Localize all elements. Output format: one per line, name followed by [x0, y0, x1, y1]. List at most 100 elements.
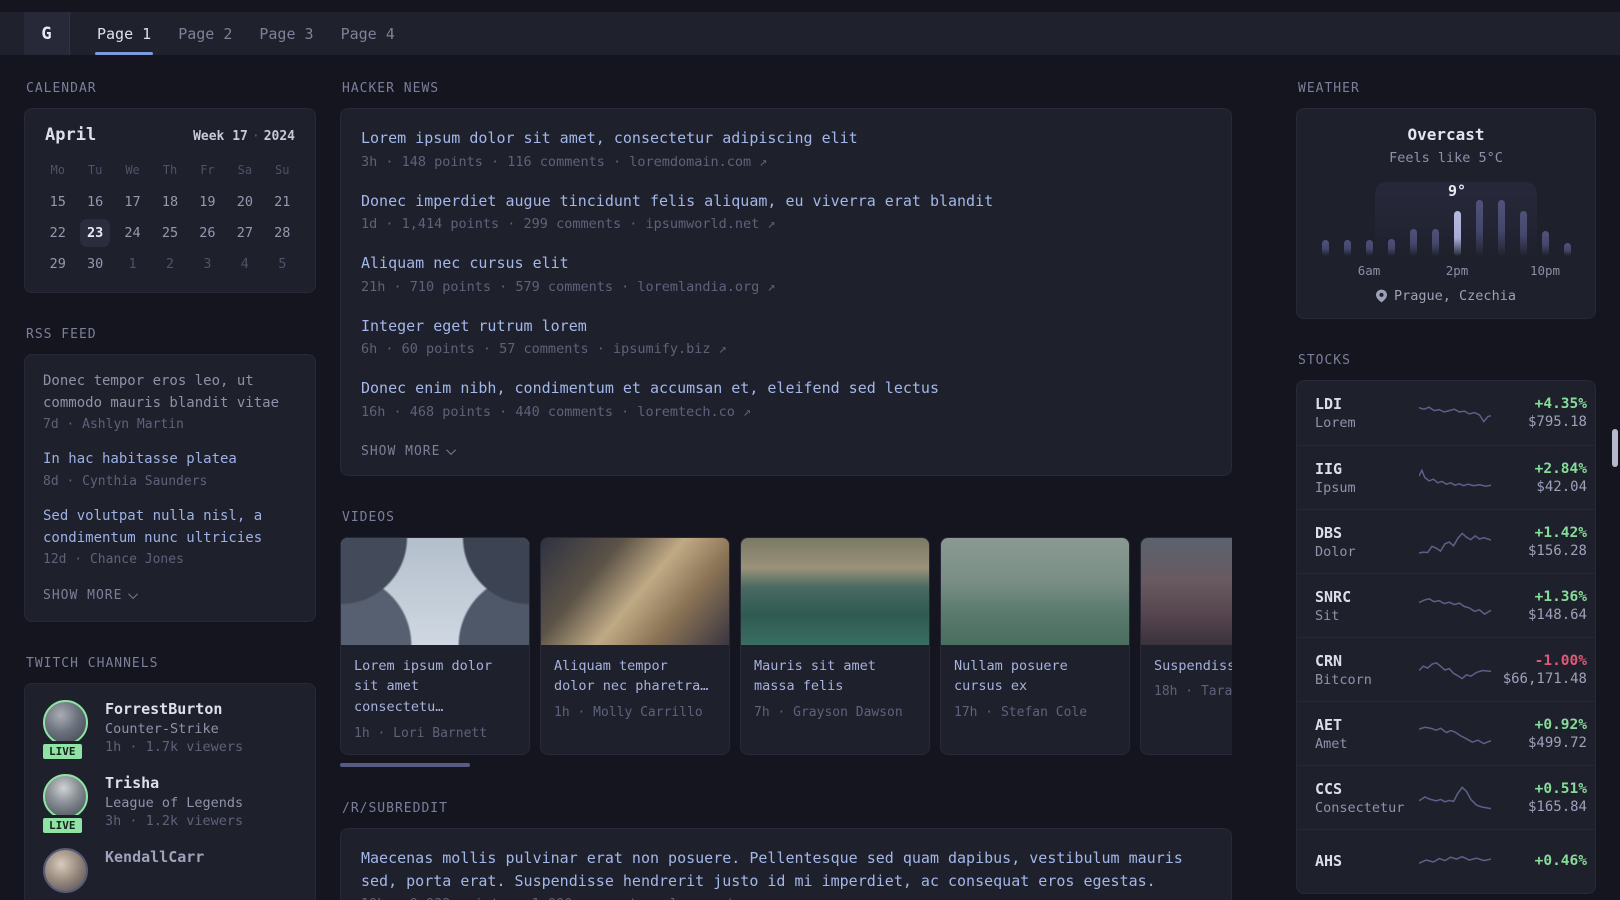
stock-symbol: LDI: [1315, 395, 1343, 413]
rss-item-title[interactable]: In hac habitasse platea: [43, 449, 297, 471]
stock-row[interactable]: CRN Bitcorn -1.00% $66,171.48: [1297, 637, 1595, 701]
weather-location-label: Prague, Czechia: [1394, 288, 1516, 304]
stock-price: $66,171.48: [1502, 670, 1587, 687]
video-meta: 18h · Tara: [1154, 684, 1232, 700]
stock-name: Lorem: [1315, 415, 1356, 431]
weekday-label: Fr: [200, 163, 215, 177]
hn-item-meta: 3h · 148 points · 116 comments · loremdo…: [361, 153, 768, 170]
stock-change: +0.51%: [1534, 780, 1587, 797]
stock-row[interactable]: AET Amet +0.92% $499.72: [1297, 701, 1595, 765]
tab-page-4[interactable]: Page 4: [341, 12, 395, 55]
twitch-channel[interactable]: KendallCarr: [43, 848, 297, 894]
app-logo[interactable]: G: [24, 12, 70, 55]
avatar: LIVE: [40, 774, 90, 837]
stock-symbol: CRN: [1315, 651, 1343, 670]
rss-show-more-button[interactable]: SHOW MORE: [43, 584, 297, 611]
stock-name: Amet: [1315, 735, 1348, 752]
reddit-post-title[interactable]: Maecenas mollis pulvinar erat non posuer…: [361, 847, 1211, 892]
videos-scrollbar-thumb[interactable]: [340, 763, 470, 768]
weather-bar: [1431, 229, 1439, 256]
middle-column: HACKER NEWS Lorem ipsum dolor sit amet, …: [340, 75, 1232, 900]
calendar-day: 25: [161, 225, 179, 241]
stock-change: +4.35%: [1534, 396, 1587, 412]
calendar-day: 29: [49, 256, 66, 272]
video-thumbnail: [741, 537, 929, 645]
hn-item-meta: 16h · 468 points · 440 comments · loremt…: [361, 403, 752, 420]
video-card[interactable]: Mauris sit amet massa felis 7h · Grayson…: [740, 536, 930, 756]
stock-row[interactable]: LDI Lorem +4.35% $795.18: [1297, 381, 1595, 445]
channel-name[interactable]: KendallCarr: [105, 848, 204, 866]
channel-avatar-image: [43, 700, 88, 746]
videos-carousel: Lorem ipsum dolor sit amet consectetu… 1…: [340, 536, 1232, 756]
weekday-label: Th: [162, 163, 178, 177]
subreddit-widget: Maecenas mollis pulvinar erat non posuer…: [340, 828, 1232, 900]
rss-item-title[interactable]: Donec tempor eros leo, ut commodo mauris…: [43, 371, 297, 414]
weather-location: Prague, Czechia: [1313, 288, 1579, 304]
weekday-label: Tu: [87, 163, 103, 177]
stock-row[interactable]: CCS Consectetur +0.51% $165.84: [1297, 765, 1595, 829]
chevron-down-icon: [446, 444, 457, 455]
weather-bar: [1563, 243, 1571, 256]
calendar-day: 22: [49, 225, 66, 241]
video-card[interactable]: Suspendisse diam 18h · Tara: [1140, 536, 1232, 756]
tab-page-1[interactable]: Page 1: [94, 12, 154, 55]
weather-section-header: WEATHER: [1298, 81, 1360, 96]
stock-row[interactable]: AHS +0.46%: [1297, 829, 1595, 893]
weather-bar: [1475, 200, 1483, 256]
tab-page-3[interactable]: Page 3: [259, 12, 313, 55]
hn-item-title[interactable]: Lorem ipsum dolor sit amet, consectetur …: [361, 127, 1211, 150]
hn-item: Lorem ipsum dolor sit amet, consectetur …: [361, 127, 1211, 170]
videos-section-header: VIDEOS: [342, 509, 395, 525]
calendar-day: 21: [274, 194, 291, 210]
stock-price: $795.18: [1527, 414, 1587, 430]
hn-show-more-button[interactable]: SHOW MORE: [361, 440, 1211, 467]
rss-item-title[interactable]: Sed volutpat nulla nisl, a condimentum n…: [43, 506, 297, 549]
channel-game: Counter-Strike: [105, 721, 219, 738]
video-card[interactable]: Lorem ipsum dolor sit amet consectetu… 1…: [340, 536, 530, 756]
hn-item-title[interactable]: Aliquam nec cursus elit: [361, 252, 1211, 275]
weather-bar-current: [1453, 211, 1461, 256]
calendar-month: April: [45, 125, 97, 145]
rss-item-meta: 8d · Cynthia Saunders: [43, 474, 208, 490]
calendar-day-next-month: 3: [203, 256, 212, 272]
video-title: Suspendisse diam: [1154, 657, 1232, 674]
stock-price: $148.64: [1527, 606, 1587, 623]
current-temperature-label: 9°: [1447, 182, 1467, 200]
stock-change: -1.00%: [1534, 652, 1587, 669]
channel-name[interactable]: ForrestBurton: [105, 700, 243, 718]
video-meta: 17h · Stefan Cole: [954, 705, 1088, 721]
hn-item-title[interactable]: Donec imperdiet augue tincidunt felis al…: [361, 190, 1211, 213]
live-badge: LIVE: [40, 815, 85, 837]
calendar-week-label: Week 17: [193, 129, 248, 144]
page-scrollbar-thumb[interactable]: [1612, 429, 1618, 467]
hn-item-title[interactable]: Integer eget rutrum lorem: [361, 315, 1211, 338]
twitch-channel[interactable]: LIVE Trisha League of Legends 3h · 1.2k …: [40, 774, 297, 837]
video-title: Lorem ipsum dolor sit amet consectetu…: [354, 657, 493, 716]
channel-info: Trisha League of Legends 3h · 1.2k viewe…: [105, 774, 243, 829]
video-thumbnail: [941, 537, 1129, 645]
calendar-year: 2024: [263, 129, 295, 144]
rss-item: In hac habitasse platea 8d · Cynthia Sau…: [43, 449, 297, 489]
dashboard-content: CALENDAR April Week 17 · 2024 Mo Tu We Th …: [0, 55, 1620, 900]
video-card[interactable]: Aliquam tempor dolor nec pharetra… 1h · …: [540, 536, 730, 756]
tab-page-2[interactable]: Page 2: [178, 12, 232, 55]
channel-meta: 1h · 1.7k viewers: [105, 739, 244, 756]
twitch-section-header: TWITCH CHANNELS: [26, 656, 159, 672]
hn-item: Aliquam nec cursus elit 21h · 710 points…: [361, 252, 1211, 295]
stock-row[interactable]: SNRC Sit +1.36% $148.64: [1297, 573, 1595, 637]
calendar-grid: Mo Tu We Th Fr Sa Su 15 16 17 18 19 20 2…: [39, 159, 301, 278]
calendar-title-row: April Week 17 · 2024: [39, 125, 301, 159]
hn-item-title[interactable]: Donec enim nibh, condimentum et accumsan…: [361, 377, 1211, 400]
channel-name[interactable]: Trisha: [105, 774, 243, 792]
twitch-channel[interactable]: LIVE ForrestBurton Counter-Strike 1h · 1…: [40, 700, 297, 763]
calendar-day: 18: [161, 194, 179, 210]
video-card[interactable]: Nullam posuere cursus ex 17h · Stefan Co…: [940, 536, 1130, 756]
calendar-day: 24: [124, 225, 141, 241]
stock-row[interactable]: IIG Ipsum +2.84% $42.04: [1297, 445, 1595, 509]
stock-row[interactable]: DBS Dolor +1.42% $156.28: [1297, 509, 1595, 573]
weekday-label: Su: [275, 163, 290, 177]
subreddit-section-header: /R/SUBREDDIT: [342, 801, 448, 817]
stock-change: +0.46%: [1534, 852, 1587, 869]
calendar-day: 26: [199, 225, 216, 241]
stock-name: Sit: [1315, 607, 1340, 624]
